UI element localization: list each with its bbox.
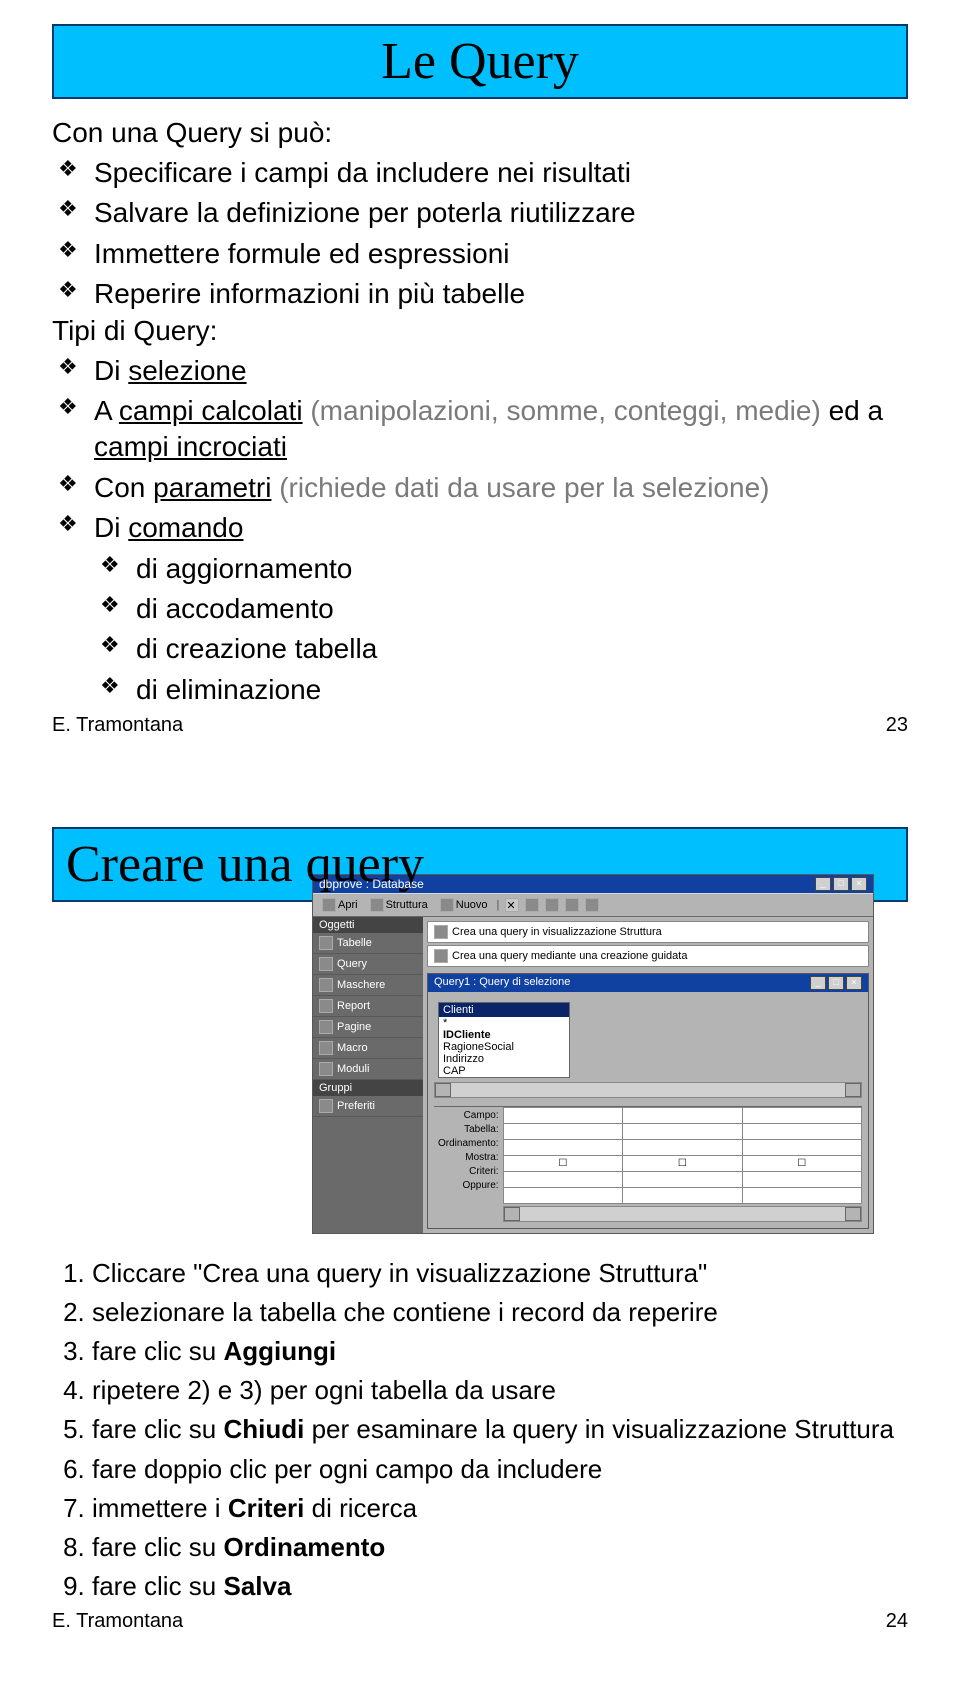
design-button[interactable]: Struttura <box>367 897 431 913</box>
access-database-window: dbprove : Database _ □ × Apri Struttura … <box>312 874 874 1234</box>
page-icon <box>319 1020 333 1034</box>
view-details-icon[interactable] <box>585 898 599 912</box>
macro-icon <box>319 1041 333 1055</box>
sidebar-item-tabelle[interactable]: Tabelle <box>313 933 423 954</box>
slide-title: Le Query <box>52 24 908 99</box>
sidebar-item-preferiti[interactable]: Preferiti <box>313 1096 423 1117</box>
create-query-design-option[interactable]: Crea una query in visualizzazione Strutt… <box>427 921 869 943</box>
content-pane: Crea una query in visualizzazione Strutt… <box>423 917 873 1233</box>
design-icon <box>370 898 384 912</box>
list-item: Di comando <box>52 508 908 548</box>
intro-text: Con una Query si può: <box>52 117 908 149</box>
new-icon <box>440 898 454 912</box>
list-item: di eliminazione <box>52 670 908 710</box>
close-button[interactable]: × <box>846 976 862 990</box>
open-icon <box>322 898 336 912</box>
list-item: Salvare la definizione per poterla riuti… <box>52 193 908 233</box>
table-icon <box>319 936 333 950</box>
inner-window-buttons: _ □ × <box>810 976 862 990</box>
field-item[interactable]: RagioneSocial <box>439 1041 569 1053</box>
horizontal-scrollbar[interactable] <box>503 1206 862 1222</box>
inner-window-title: Query1 : Query di selezione <box>434 976 570 990</box>
horizontal-scrollbar[interactable] <box>434 1082 862 1098</box>
footer-author: E. Tramontana <box>52 1610 183 1633</box>
toolbar: Apri Struttura Nuovo | ✕ <box>313 893 873 917</box>
query-icon <box>319 957 333 971</box>
query-types-list: Di selezione A campi calcolati (manipola… <box>52 351 908 549</box>
maximize-button[interactable]: □ <box>828 976 844 990</box>
slide-footer: E. Tramontana 24 <box>52 1606 908 1633</box>
report-icon <box>319 999 333 1013</box>
list-item: di aggiornamento <box>52 549 908 589</box>
step-item: fare clic su Chiudi per esaminare la que… <box>92 1410 908 1449</box>
step-item: fare clic su Aggiungi <box>92 1332 908 1371</box>
minimize-button[interactable]: _ <box>815 877 831 891</box>
close-button[interactable]: × <box>851 877 867 891</box>
window-buttons: _ □ × <box>815 877 867 891</box>
sidebar: Oggetti Tabelle Query Maschere Report Pa… <box>313 917 423 1233</box>
form-icon <box>319 978 333 992</box>
list-item: di creazione tabella <box>52 629 908 669</box>
favorites-icon <box>319 1099 333 1113</box>
new-button[interactable]: Nuovo <box>437 897 491 913</box>
sidebar-item-moduli[interactable]: Moduli <box>313 1059 423 1080</box>
list-item: Di selezione <box>52 351 908 391</box>
intro-text-2: Tipi di Query: <box>52 315 908 347</box>
field-item[interactable]: * <box>439 1017 569 1029</box>
step-item: fare clic su Salva <box>92 1567 908 1606</box>
view-list-icon[interactable] <box>565 898 579 912</box>
query-grid: Campo: Tabella: Ordinamento: Mostra: Cri… <box>434 1106 862 1222</box>
wizard-icon <box>434 925 448 939</box>
footer-author: E. Tramontana <box>52 714 183 737</box>
list-item: Specificare i campi da includere nei ris… <box>52 153 908 193</box>
slide-1: Le Query Con una Query si può: Specifica… <box>0 0 960 767</box>
steps-list: Cliccare "Crea una query in visualizzazi… <box>52 1254 908 1606</box>
field-item[interactable]: Indirizzo <box>439 1053 569 1065</box>
step-item: fare doppio clic per ogni campo da inclu… <box>92 1450 908 1489</box>
step-item: Cliccare "Crea una query in visualizzazi… <box>92 1254 908 1293</box>
list-item: Immettere formule ed espressioni <box>52 234 908 274</box>
slide-2: Creare una query dbprove : Database _ □ … <box>0 767 960 1663</box>
footer-page: 24 <box>886 1610 908 1633</box>
grid-row-labels: Campo: Tabella: Ordinamento: Mostra: Cri… <box>434 1107 503 1222</box>
field-item[interactable]: CAP <box>439 1065 569 1077</box>
list-item: Con parametri (richiede dati da usare pe… <box>52 468 908 508</box>
delete-icon[interactable]: ✕ <box>505 898 519 912</box>
module-icon <box>319 1062 333 1076</box>
step-item: immettere i Criteri di ricerca <box>92 1489 908 1528</box>
sidebar-item-pagine[interactable]: Pagine <box>313 1017 423 1038</box>
command-sublist: di aggiornamento di accodamento di creaz… <box>52 549 908 711</box>
capabilities-list: Specificare i campi da includere nei ris… <box>52 153 908 315</box>
step-item: ripetere 2) e 3) per ogni tabella da usa… <box>92 1371 908 1410</box>
sidebar-item-query[interactable]: Query <box>313 954 423 975</box>
sidebar-header: Oggetti <box>313 917 423 933</box>
list-item: A campi calcolati (manipolazioni, somme,… <box>52 391 908 468</box>
field-list[interactable]: Clienti * IDCliente RagioneSocial Indiri… <box>438 1002 570 1078</box>
slide-footer: E. Tramontana 23 <box>52 710 908 737</box>
maximize-button[interactable]: □ <box>833 877 849 891</box>
create-query-wizard-option[interactable]: Crea una query mediante una creazione gu… <box>427 945 869 967</box>
grid-cells[interactable]: ☐☐☐ <box>503 1107 862 1222</box>
wizard-icon <box>434 949 448 963</box>
query-design-window: Query1 : Query di selezione _ □ × Client… <box>427 973 869 1229</box>
field-list-title: Clienti <box>439 1003 569 1017</box>
window-titlebar: dbprove : Database _ □ × <box>313 875 873 893</box>
sidebar-group-gruppi: Gruppi <box>313 1080 423 1096</box>
sidebar-item-report[interactable]: Report <box>313 996 423 1017</box>
step-item: fare clic su Ordinamento <box>92 1528 908 1567</box>
view-small-icon[interactable] <box>545 898 559 912</box>
open-button[interactable]: Apri <box>319 897 361 913</box>
field-item[interactable]: IDCliente <box>439 1029 569 1041</box>
list-item: Reperire informazioni in più tabelle <box>52 274 908 314</box>
footer-page: 23 <box>886 714 908 737</box>
step-item: selezionare la tabella che contiene i re… <box>92 1293 908 1332</box>
sidebar-item-macro[interactable]: Macro <box>313 1038 423 1059</box>
list-item: di accodamento <box>52 589 908 629</box>
minimize-button[interactable]: _ <box>810 976 826 990</box>
sidebar-item-maschere[interactable]: Maschere <box>313 975 423 996</box>
view-large-icon[interactable] <box>525 898 539 912</box>
window-title: dbprove : Database <box>319 877 424 891</box>
